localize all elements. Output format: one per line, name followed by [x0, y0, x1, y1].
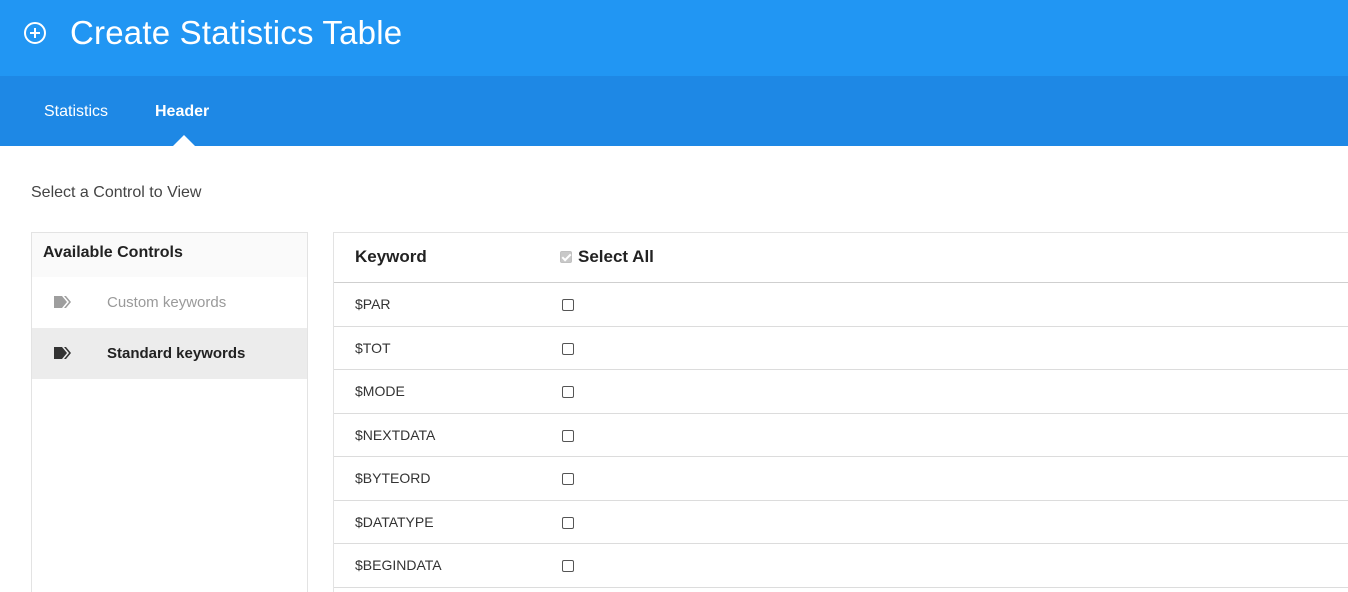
column-header-keyword: Keyword [355, 247, 427, 266]
active-tab-indicator [173, 135, 195, 146]
tab-statistics[interactable]: Statistics [44, 103, 108, 121]
control-custom-keywords[interactable]: Custom keywords [32, 277, 307, 328]
row-checkbox[interactable] [562, 386, 574, 398]
row-checkbox[interactable] [562, 429, 574, 442]
window-title: Create Statistics Table [70, 14, 403, 51]
tab-bar: Statistics Header [0, 76, 1348, 146]
add-circle-icon [24, 22, 46, 44]
table-row: $BEGINDATA [334, 544, 1348, 588]
checkbox-icon [560, 251, 572, 263]
table-row: $TOT [334, 327, 1348, 370]
keyword-cell: $NEXTDATA [355, 426, 436, 443]
keyword-cell: $BYTEORD [355, 470, 431, 486]
control-label: Standard keywords [107, 345, 246, 362]
table-row: $NEXTDATA [334, 414, 1348, 457]
tags-icon [54, 296, 71, 308]
table-row: $DATATYPE [334, 501, 1348, 544]
keyword-table: Keyword Select All $PAR $TOT $MODE $NEXT… [333, 232, 1348, 592]
select-all-checkbox[interactable]: Select All [560, 247, 654, 267]
page-subtitle: Select a Control to View [31, 184, 202, 201]
available-controls-panel: Available Controls Custom keywords Stand… [31, 232, 308, 592]
row-checkbox[interactable] [562, 299, 574, 311]
row-checkbox[interactable] [562, 516, 574, 529]
keyword-cell: $BEGINDATA [355, 557, 442, 573]
available-controls-heading: Available Controls [32, 233, 307, 277]
tags-icon [54, 347, 71, 359]
title-bar: Create Statistics Table [0, 0, 1348, 76]
row-checkbox[interactable] [562, 473, 574, 485]
keyword-cell: $PAR [355, 296, 391, 312]
table-row: $BYTEORD [334, 457, 1348, 501]
control-label: Custom keywords [107, 294, 227, 311]
keyword-cell: $MODE [355, 383, 405, 399]
row-checkbox[interactable] [562, 342, 574, 355]
table-row: $MODE [334, 370, 1348, 414]
keyword-cell: $TOT [355, 339, 391, 356]
table-row: $PAR [334, 283, 1348, 327]
keyword-cell: $DATATYPE [355, 513, 434, 530]
tab-header[interactable]: Header [155, 103, 209, 121]
control-standard-keywords[interactable]: Standard keywords [32, 328, 307, 379]
row-checkbox[interactable] [562, 560, 574, 572]
table-header: Keyword Select All [334, 233, 1348, 283]
select-all-label: Select All [578, 247, 654, 266]
